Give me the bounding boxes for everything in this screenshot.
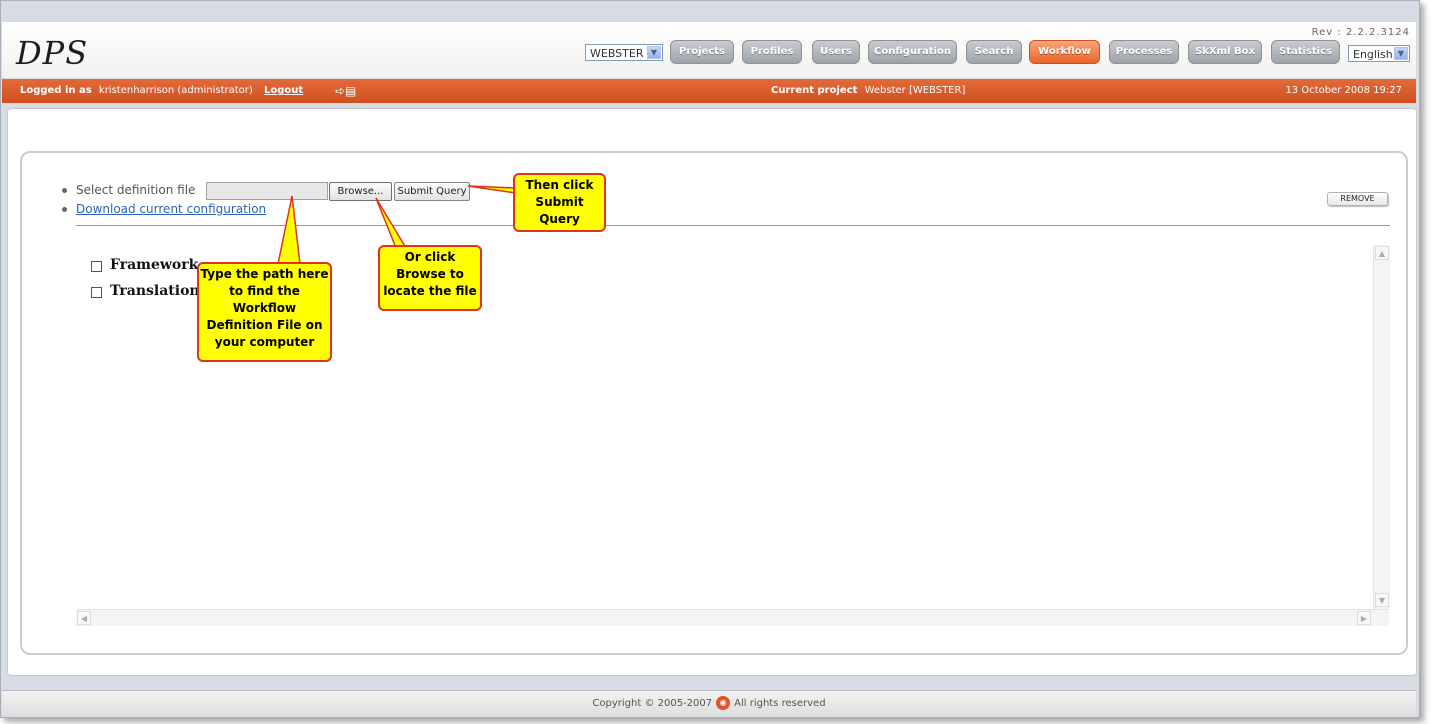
copyright-text: Copyright © 2005-2007 — [592, 698, 713, 709]
page-footer: Copyright © 2005-2007 ◉ All rights reserve… — [2, 690, 1416, 716]
callout-arrows — [277, 185, 517, 265]
callout-submit-query: Then click Submit Query — [513, 173, 606, 232]
callout-browse: Or click Browse to locate the file — [378, 245, 482, 311]
rights-text: All rights reserved — [734, 698, 826, 709]
company-logo-icon: ◉ — [716, 696, 731, 710]
callout-type-path: Type the path here to find the Workflow … — [197, 262, 332, 362]
